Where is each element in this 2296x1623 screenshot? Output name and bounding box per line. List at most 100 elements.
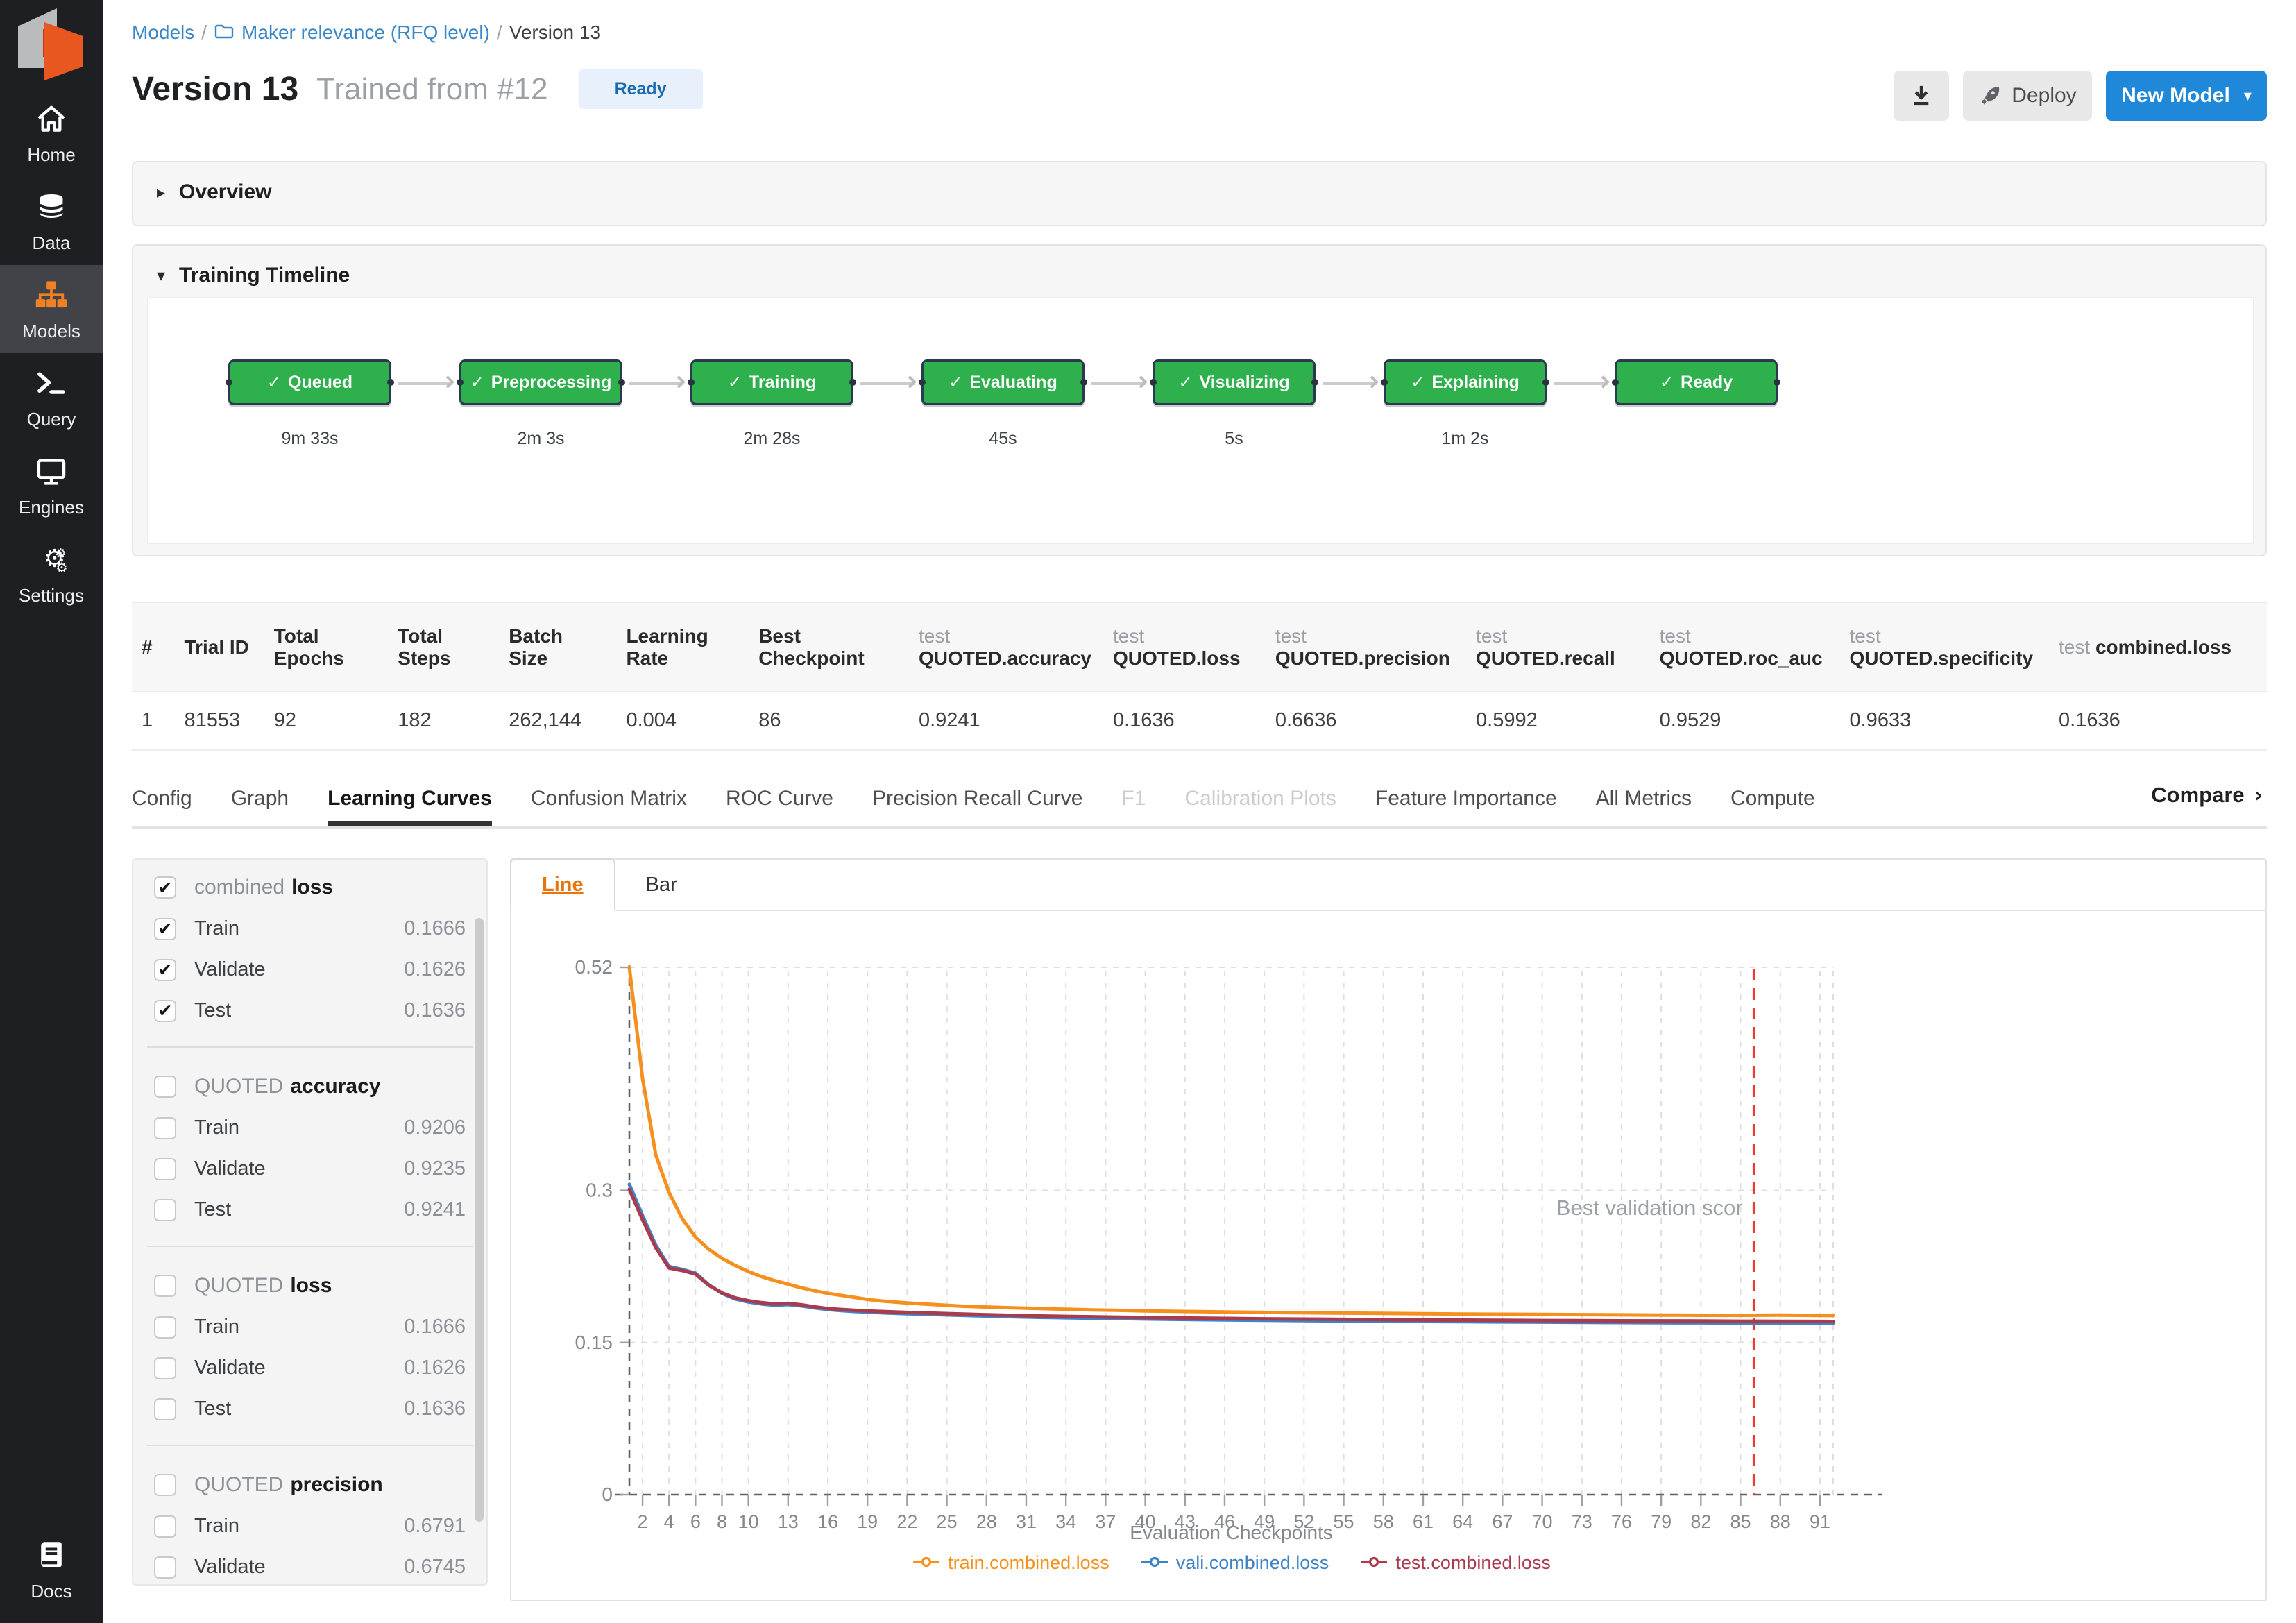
deploy-button[interactable]: Deploy — [1963, 71, 2092, 121]
tab-all-metrics[interactable]: All Metrics — [1596, 787, 1692, 826]
metric-value: 0.9241 — [404, 1198, 466, 1221]
learning-curves-chart[interactable]: 2 4 6 8 10 13 16 19 22 25 28 31 34 37 40 43 46 49 52 55 58 61… — [511, 912, 2265, 1565]
stage-label: Explaining — [1431, 372, 1520, 392]
metric-row: Train 0.1666 — [151, 908, 468, 949]
chart-view-tabs: Line Bar — [510, 858, 2265, 911]
column-header: test combined.loss — [2049, 603, 2267, 692]
metric-label: Train — [194, 1316, 239, 1338]
metric-checkbox[interactable] — [154, 1556, 176, 1579]
column-header-prefix: test — [1849, 624, 1881, 647]
sidebar-item-models[interactable]: Models — [0, 265, 103, 353]
breadcrumb-link[interactable]: Maker relevance (RFQ level) — [241, 22, 490, 44]
learning-curves-card: Line Bar 2 4 6 8 10 13 16 19 22 25 28 31 34 37 40 43 46 4… — [510, 858, 2267, 1601]
metric-checkbox[interactable] — [154, 1116, 176, 1139]
overview-section: ▸ Overview — [132, 161, 2267, 226]
group-checkbox[interactable] — [154, 1474, 176, 1496]
chevron-down-icon: ▾ — [2243, 87, 2252, 105]
metrics-panel-scrollbar[interactable] — [475, 918, 484, 1522]
tab-learning-curves[interactable]: Learning Curves — [328, 787, 492, 826]
check-icon: ✓ — [1659, 373, 1674, 392]
tab-compute[interactable]: Compute — [1730, 787, 1815, 826]
legend-item[interactable]: train.combined.loss — [912, 1552, 1109, 1574]
sidebar-item-settings[interactable]: ⚙ ⚙ ⚙ Settings — [0, 529, 103, 618]
group-divider — [147, 1246, 473, 1247]
overview-section-header[interactable]: ▸ Overview — [133, 162, 2265, 222]
metric-checkbox[interactable] — [154, 1157, 176, 1180]
metric-row: Train 0.1666 — [151, 1307, 468, 1348]
tab-graph[interactable]: Graph — [231, 787, 289, 826]
tab-precision-recall-curve[interactable]: Precision Recall Curve — [872, 787, 1082, 826]
metric-group: combined loss Train 0.1666 Validate 0.1626 Tes… — [133, 860, 486, 1035]
metric-checkbox[interactable] — [154, 1316, 176, 1339]
stage-label: Ready — [1681, 372, 1733, 392]
metric-group-title: combined loss — [194, 876, 333, 899]
metric-checkbox[interactable] — [154, 1198, 176, 1221]
group-checkbox[interactable] — [154, 1076, 176, 1098]
table-cell: 0.9633 — [1839, 691, 2050, 750]
metric-label: Validate — [194, 1556, 266, 1578]
new-model-button[interactable]: New Model ▾ — [2106, 71, 2267, 121]
training-timeline-section-title: Training Timeline — [179, 264, 350, 287]
app-logo-icon[interactable] — [18, 8, 85, 80]
metric-checkbox[interactable] — [154, 1515, 176, 1538]
deploy-label: Deploy — [2012, 84, 2077, 107]
metric-group: QUOTED precision Train 0.6791 Validate 0.6745… — [133, 1457, 486, 1584]
metric-checkbox[interactable] — [154, 1397, 176, 1420]
tab-roc-curve[interactable]: ROC Curve — [726, 787, 833, 826]
metric-label: Validate — [194, 1157, 266, 1180]
sidebar-item-docs[interactable]: Docs — [0, 1525, 103, 1613]
group-checkbox[interactable] — [154, 876, 176, 899]
tab-confusion-matrix[interactable]: Confusion Matrix — [531, 787, 687, 826]
metric-group-prefix: QUOTED — [194, 1473, 284, 1496]
svg-text:⚙: ⚙ — [55, 545, 67, 561]
metric-checkbox[interactable] — [154, 1357, 176, 1379]
metric-value: 0.1626 — [404, 958, 466, 980]
column-header-prefix: test — [2059, 636, 2095, 658]
legend-label: test.combined.loss — [1395, 1552, 1551, 1573]
arrow-right-icon — [672, 375, 686, 389]
sidebar-item-home[interactable]: Home — [0, 89, 103, 177]
home-icon — [33, 101, 69, 137]
column-header: test QUOTED.recall — [1466, 603, 1650, 692]
stage-duration: 45s — [989, 429, 1017, 448]
column-header-label: QUOTED.loss — [1112, 647, 1241, 669]
metric-group-name: loss — [290, 1274, 332, 1297]
legend-item[interactable]: test.combined.loss — [1359, 1552, 1551, 1574]
breadcrumb-separator: / — [201, 21, 207, 43]
column-header-label: QUOTED.precision — [1275, 647, 1450, 669]
arrow-right-icon — [1597, 375, 1610, 389]
metric-checkbox[interactable] — [154, 917, 176, 940]
y-tick-label: 0.52 — [575, 956, 613, 978]
download-button[interactable] — [1894, 71, 1949, 121]
arrow-right-icon — [1134, 375, 1148, 389]
metric-label: Validate — [194, 1357, 266, 1379]
metric-group: QUOTED accuracy Train 0.9206 Validate 0.9235 T… — [133, 1059, 486, 1234]
stage-connector — [398, 375, 454, 389]
tab-bar[interactable]: Bar — [615, 860, 708, 910]
y-tick-label: 0.3 — [586, 1180, 613, 1201]
metric-checkbox[interactable] — [154, 999, 176, 1022]
column-header: Best Checkpoint — [749, 603, 909, 692]
legend-item[interactable]: vali.combined.loss — [1140, 1552, 1329, 1574]
stage-label: Visualizing — [1199, 372, 1290, 392]
stage-duration: 1m 2s — [1441, 429, 1489, 448]
breadcrumb-link[interactable]: Models — [132, 22, 194, 44]
metric-value: 0.1636 — [404, 999, 466, 1021]
sidebar-item-engines[interactable]: Engines — [0, 441, 103, 529]
sidebar-item-label: Models — [22, 321, 80, 341]
tab-feature-importance[interactable]: Feature Importance — [1375, 787, 1557, 826]
sidebar-item-label: Docs — [31, 1581, 72, 1601]
compare-link[interactable]: Compare › — [2151, 783, 2263, 808]
group-checkbox[interactable] — [154, 1275, 176, 1297]
sidebar-item-data[interactable]: Data — [0, 177, 103, 265]
column-header-label: QUOTED.recall — [1476, 647, 1615, 669]
table-cell: 0.1636 — [1103, 691, 1266, 750]
table-row[interactable]: 1 81553 92 182 262,144 0.004 86 0.9241 0.1636 0.6… — [132, 691, 2267, 750]
page-subtitle: Trained from #12 — [316, 71, 548, 106]
tab-line[interactable]: Line — [510, 858, 615, 911]
sidebar-item-query[interactable]: Query — [0, 353, 103, 441]
table-cell: 0.5992 — [1466, 691, 1650, 750]
tab-config[interactable]: Config — [132, 787, 192, 826]
column-header: test QUOTED.accuracy — [909, 603, 1103, 692]
metric-checkbox[interactable] — [154, 958, 176, 981]
